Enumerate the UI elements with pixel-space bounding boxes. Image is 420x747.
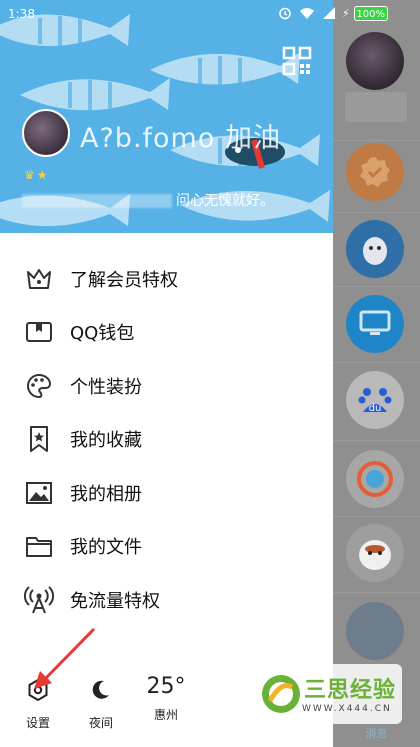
profile-nickname: A?b.fomo 加油: [80, 123, 281, 154]
battery-indicator: ⚡ 100%: [342, 6, 388, 21]
wallet-icon: [24, 317, 54, 347]
drawer-menu: 了解会员特权 QQ钱包 个性装扮 我的收藏 我的相册 我的文件 免流量特权: [0, 252, 333, 627]
weather-temperature: 25°: [146, 674, 186, 699]
contact-avatar[interactable]: [346, 220, 404, 278]
qr-code-icon[interactable]: [282, 46, 312, 76]
annotation-arrow-icon: [34, 627, 96, 689]
weather-city: 惠州: [153, 708, 178, 722]
alarm-icon: [279, 7, 291, 20]
crown-badge-icon: ♛: [24, 168, 35, 182]
status-time: 1:38: [8, 7, 35, 21]
contact-avatar[interactable]: [346, 450, 404, 508]
watermark: 三思经验 WWW.X444.CN: [252, 664, 402, 724]
watermark-logo-icon: [262, 675, 300, 713]
app-screen: du 消息 A?b.fomo 加油 ♛ ★ 问心无愧就好。 了解会员特权 QQ钱…: [0, 0, 420, 747]
menu-item-personalization[interactable]: 个性装扮: [0, 359, 333, 413]
contact-avatar[interactable]: [346, 524, 404, 582]
profile-signature[interactable]: 问心无愧就好。: [22, 190, 312, 210]
menu-item-label: 免流量特权: [70, 590, 160, 612]
contact-avatar[interactable]: [346, 295, 404, 353]
settings-label: 设置: [25, 716, 50, 730]
signature-blur: [22, 194, 172, 208]
photo-icon: [24, 478, 54, 508]
menu-item-free-data[interactable]: 免流量特权: [0, 573, 333, 627]
menu-item-label: 我的相册: [70, 483, 142, 505]
palette-icon: [24, 371, 54, 401]
status-icons: [278, 6, 336, 20]
wifi-icon: [300, 7, 314, 19]
menu-item-qq-wallet[interactable]: QQ钱包: [0, 306, 333, 360]
folder-icon: [24, 531, 54, 561]
contact-avatar[interactable]: [346, 602, 404, 660]
menu-item-albums[interactable]: 我的相册: [0, 466, 333, 520]
signal-tower-icon: [24, 585, 54, 615]
vip-badges[interactable]: ♛ ★: [24, 168, 48, 182]
signal-icon: [323, 7, 335, 19]
bookmark-star-icon: [24, 424, 54, 454]
menu-item-label: 个性装扮: [70, 376, 142, 398]
menu-item-favorites[interactable]: 我的收藏: [0, 413, 333, 467]
contact-avatar[interactable]: du: [346, 371, 404, 429]
battery-level: 100%: [353, 6, 388, 21]
contact-avatar[interactable]: [346, 32, 404, 90]
messages-tab-label[interactable]: 消息: [333, 725, 420, 741]
svg-text:du: du: [369, 403, 382, 414]
menu-item-label: 我的文件: [70, 537, 142, 559]
menu-item-vip-privileges[interactable]: 了解会员特权: [0, 252, 333, 306]
menu-item-label: 我的收藏: [70, 430, 142, 452]
watermark-url: WWW.X444.CN: [302, 704, 392, 714]
star-badge-icon: ★: [36, 168, 48, 182]
menu-item-files[interactable]: 我的文件: [0, 520, 333, 574]
list-placeholder: [345, 92, 407, 122]
crown-icon: [24, 264, 54, 294]
weather-widget[interactable]: 25° 惠州: [141, 674, 191, 723]
profile-header[interactable]: A?b.fomo 加油 ♛ ★ 问心无愧就好。: [0, 0, 333, 233]
menu-item-label: QQ钱包: [70, 323, 135, 345]
night-mode-label: 夜间: [88, 716, 113, 730]
profile-avatar[interactable]: [22, 109, 70, 157]
menu-item-label: 了解会员特权: [70, 269, 178, 291]
contact-avatar[interactable]: [346, 143, 404, 201]
charging-icon: ⚡: [342, 7, 350, 20]
status-bar: 1:38 ⚡ 100%: [0, 0, 420, 28]
watermark-title: 三思经验: [304, 678, 397, 703]
chat-list-background: du 消息: [333, 0, 420, 747]
